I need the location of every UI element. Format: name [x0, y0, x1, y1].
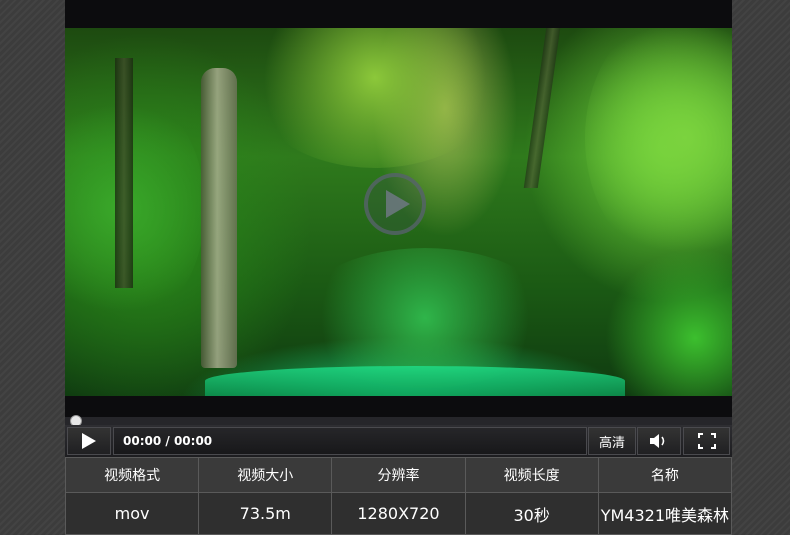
- tree-trunk: [115, 58, 133, 288]
- center-play-button[interactable]: [364, 173, 426, 235]
- header-length: 视频长度: [464, 456, 599, 494]
- header-size: 视频大小: [198, 456, 333, 494]
- header-name: 名称: [597, 456, 733, 494]
- foliage-shape: [245, 28, 505, 168]
- info-header-row: 视频格式 视频大小 分辨率 视频长度 名称: [64, 456, 733, 494]
- quality-button[interactable]: 高清: [588, 427, 636, 455]
- value-length: 30秒: [464, 492, 599, 535]
- video-player: 00:00 / 00:00 高清 视频格式 视频大小 分辨率 视频长度 名称 m…: [64, 0, 733, 535]
- foliage-shape: [605, 248, 732, 396]
- video-info-table: 视频格式 视频大小 分辨率 视频长度 名称 mov 73.5m 1280X720…: [64, 456, 733, 535]
- value-resolution: 1280X720: [331, 492, 466, 535]
- play-circle-icon: [386, 190, 410, 218]
- current-time: 00:00: [123, 434, 162, 448]
- foliage-shape: [585, 28, 732, 268]
- tree-trunk: [201, 68, 237, 368]
- quality-label: 高清: [598, 435, 625, 451]
- control-bar: 00:00 / 00:00 高清: [65, 425, 732, 457]
- fullscreen-icon: [697, 433, 716, 449]
- value-name: YM4321唯美森林: [597, 492, 733, 535]
- tree-trunk: [523, 28, 561, 188]
- play-icon: [82, 433, 96, 449]
- value-format: mov: [64, 492, 200, 535]
- water-pool: [205, 366, 625, 396]
- volume-icon: [650, 434, 665, 448]
- time-separator: /: [161, 434, 174, 448]
- volume-button[interactable]: [637, 427, 681, 455]
- play-button[interactable]: [67, 427, 111, 455]
- foliage-shape: [65, 88, 205, 328]
- info-value-row: mov 73.5m 1280X720 30秒 YM4321唯美森林: [64, 492, 733, 535]
- duration: 00:00: [173, 434, 213, 448]
- value-size: 73.5m: [198, 492, 333, 535]
- header-format: 视频格式: [64, 456, 200, 494]
- time-display: 00:00 / 00:00: [113, 427, 587, 455]
- progress-bar[interactable]: [65, 415, 732, 427]
- header-resolution: 分辨率: [331, 456, 466, 494]
- fullscreen-button[interactable]: [683, 427, 730, 455]
- video-frame-forest[interactable]: [65, 28, 732, 396]
